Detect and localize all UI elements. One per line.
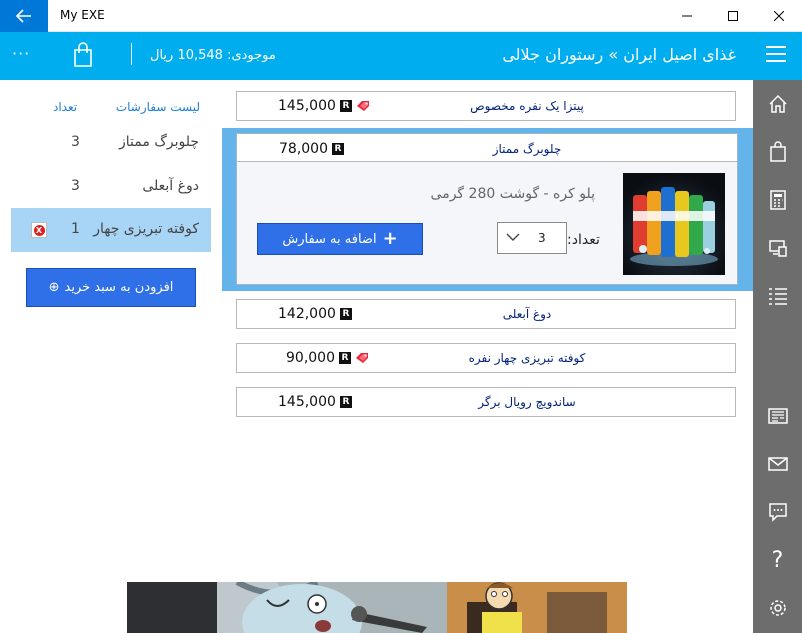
menu-item-price: 142,000 R [278,306,352,322]
title-bar: My EXE [0,0,802,32]
add-to-cart-label: افزودن به سبد خرید [64,280,174,295]
product-image [623,173,725,275]
rial-currency-icon: R [339,100,352,112]
arrow-left-icon [16,9,31,23]
order-item[interactable]: چلوبرگ ممتاز 3 [11,121,211,165]
order-item-name: چلوبرگ ممتاز [119,134,199,150]
home-icon[interactable] [753,86,802,122]
menu-item-price: 145,000 R [278,394,352,410]
plus-icon: + [382,228,398,249]
plus-circle-icon: ⊕ [48,280,60,295]
settings-icon[interactable] [753,590,802,626]
menu-item-price: 78,000 R [279,141,344,157]
menu-item[interactable]: پیتزا یک نفره مخصوص 145,000 R [236,91,736,121]
price-value: 142,000 [278,306,336,322]
add-to-order-label: اضافه به سفارش [282,231,377,247]
list-icon[interactable] [753,278,802,314]
close-icon [774,11,784,21]
maximize-button[interactable] [710,0,756,32]
quantity-value: 3 [538,231,546,245]
minimize-icon [682,15,692,17]
order-item-name: کوفته تبریزی چهار [93,221,199,237]
back-button[interactable] [0,0,48,32]
order-item-qty: 1 [71,221,80,237]
calculator-icon[interactable] [753,182,802,218]
expanded-menu-item: چلوبرگ ممتاز 78,000 R پلو کره - گوشت 280… [236,133,738,285]
close-button[interactable] [756,0,802,32]
help-icon[interactable]: ? [753,542,802,578]
menu-item-price: 90,000 R [286,350,369,366]
cartoon-banner-image [127,582,627,633]
price-value: 145,000 [278,98,336,114]
right-navigation-rail: ? [753,80,802,633]
header-separator [131,43,132,65]
order-item-selected[interactable]: کوفته تبریزی چهار 1 X [11,208,211,252]
minimize-button[interactable] [664,0,710,32]
rial-currency-icon: R [339,396,352,408]
discount-tag-icon [356,353,368,363]
mail-icon[interactable] [753,446,802,482]
order-panel: لیست سفارشات تعداد چلوبرگ ممتاز 3 دوغ آب… [0,80,222,633]
price-value: 78,000 [279,141,328,157]
page-title: غذای اصیل ایران » رستوران جلالی [502,45,736,64]
rial-currency-icon: R [339,352,351,364]
menu-item[interactable]: چلوبرگ ممتاز 78,000 R [237,134,737,162]
chevron-down-icon [506,233,520,241]
maximize-icon [728,11,738,21]
price-value: 145,000 [278,394,336,410]
order-list-header: لیست سفارشات [115,100,200,114]
rial-currency-icon: R [339,308,352,320]
item-description: پلو کره - گوشت 280 گرمی [430,186,595,202]
more-button[interactable]: ··· [12,44,30,63]
menu-item-price: 145,000 R [278,98,370,114]
bag-icon[interactable] [753,134,802,170]
devices-icon[interactable] [753,230,802,266]
rial-currency-icon: R [332,143,344,155]
remove-item-button[interactable]: X [31,222,47,238]
menu-item[interactable]: ساندویچ رویال برگر 145,000 R [236,387,736,417]
remove-icon: X [33,224,45,236]
expanded-item-highlight: چلوبرگ ممتاز 78,000 R پلو کره - گوشت 280… [222,128,753,291]
hamburger-menu-icon[interactable] [766,46,786,64]
add-to-cart-button[interactable]: افزودن به سبد خرید ⊕ [26,268,196,307]
news-icon[interactable] [753,398,802,434]
order-item-qty: 3 [71,178,80,194]
discount-tag-icon [356,101,369,111]
feedback-icon[interactable] [753,494,802,530]
order-item[interactable]: دوغ آبعلی 3 [11,165,211,209]
order-qty-header: تعداد [53,100,78,114]
app-header: ··· موجودی: 10,548 ریال غذای اصیل ایران … [0,32,802,80]
quantity-label: تعداد: [567,232,600,248]
order-item-name: دوغ آبعلی [142,178,199,194]
shopping-bag-icon[interactable] [72,42,94,68]
menu-item[interactable]: دوغ آبعلی 142,000 R [236,299,736,329]
balance-text: موجودی: 10,548 ریال [150,48,276,63]
window-title: My EXE [60,8,105,22]
price-value: 90,000 [286,350,335,366]
quantity-dropdown[interactable]: 3 [497,222,567,254]
order-item-qty: 3 [71,134,80,150]
add-to-order-button[interactable]: + اضافه به سفارش [257,223,423,255]
menu-item[interactable]: کوفته تبریزی چهار نفره 90,000 R [236,343,736,373]
